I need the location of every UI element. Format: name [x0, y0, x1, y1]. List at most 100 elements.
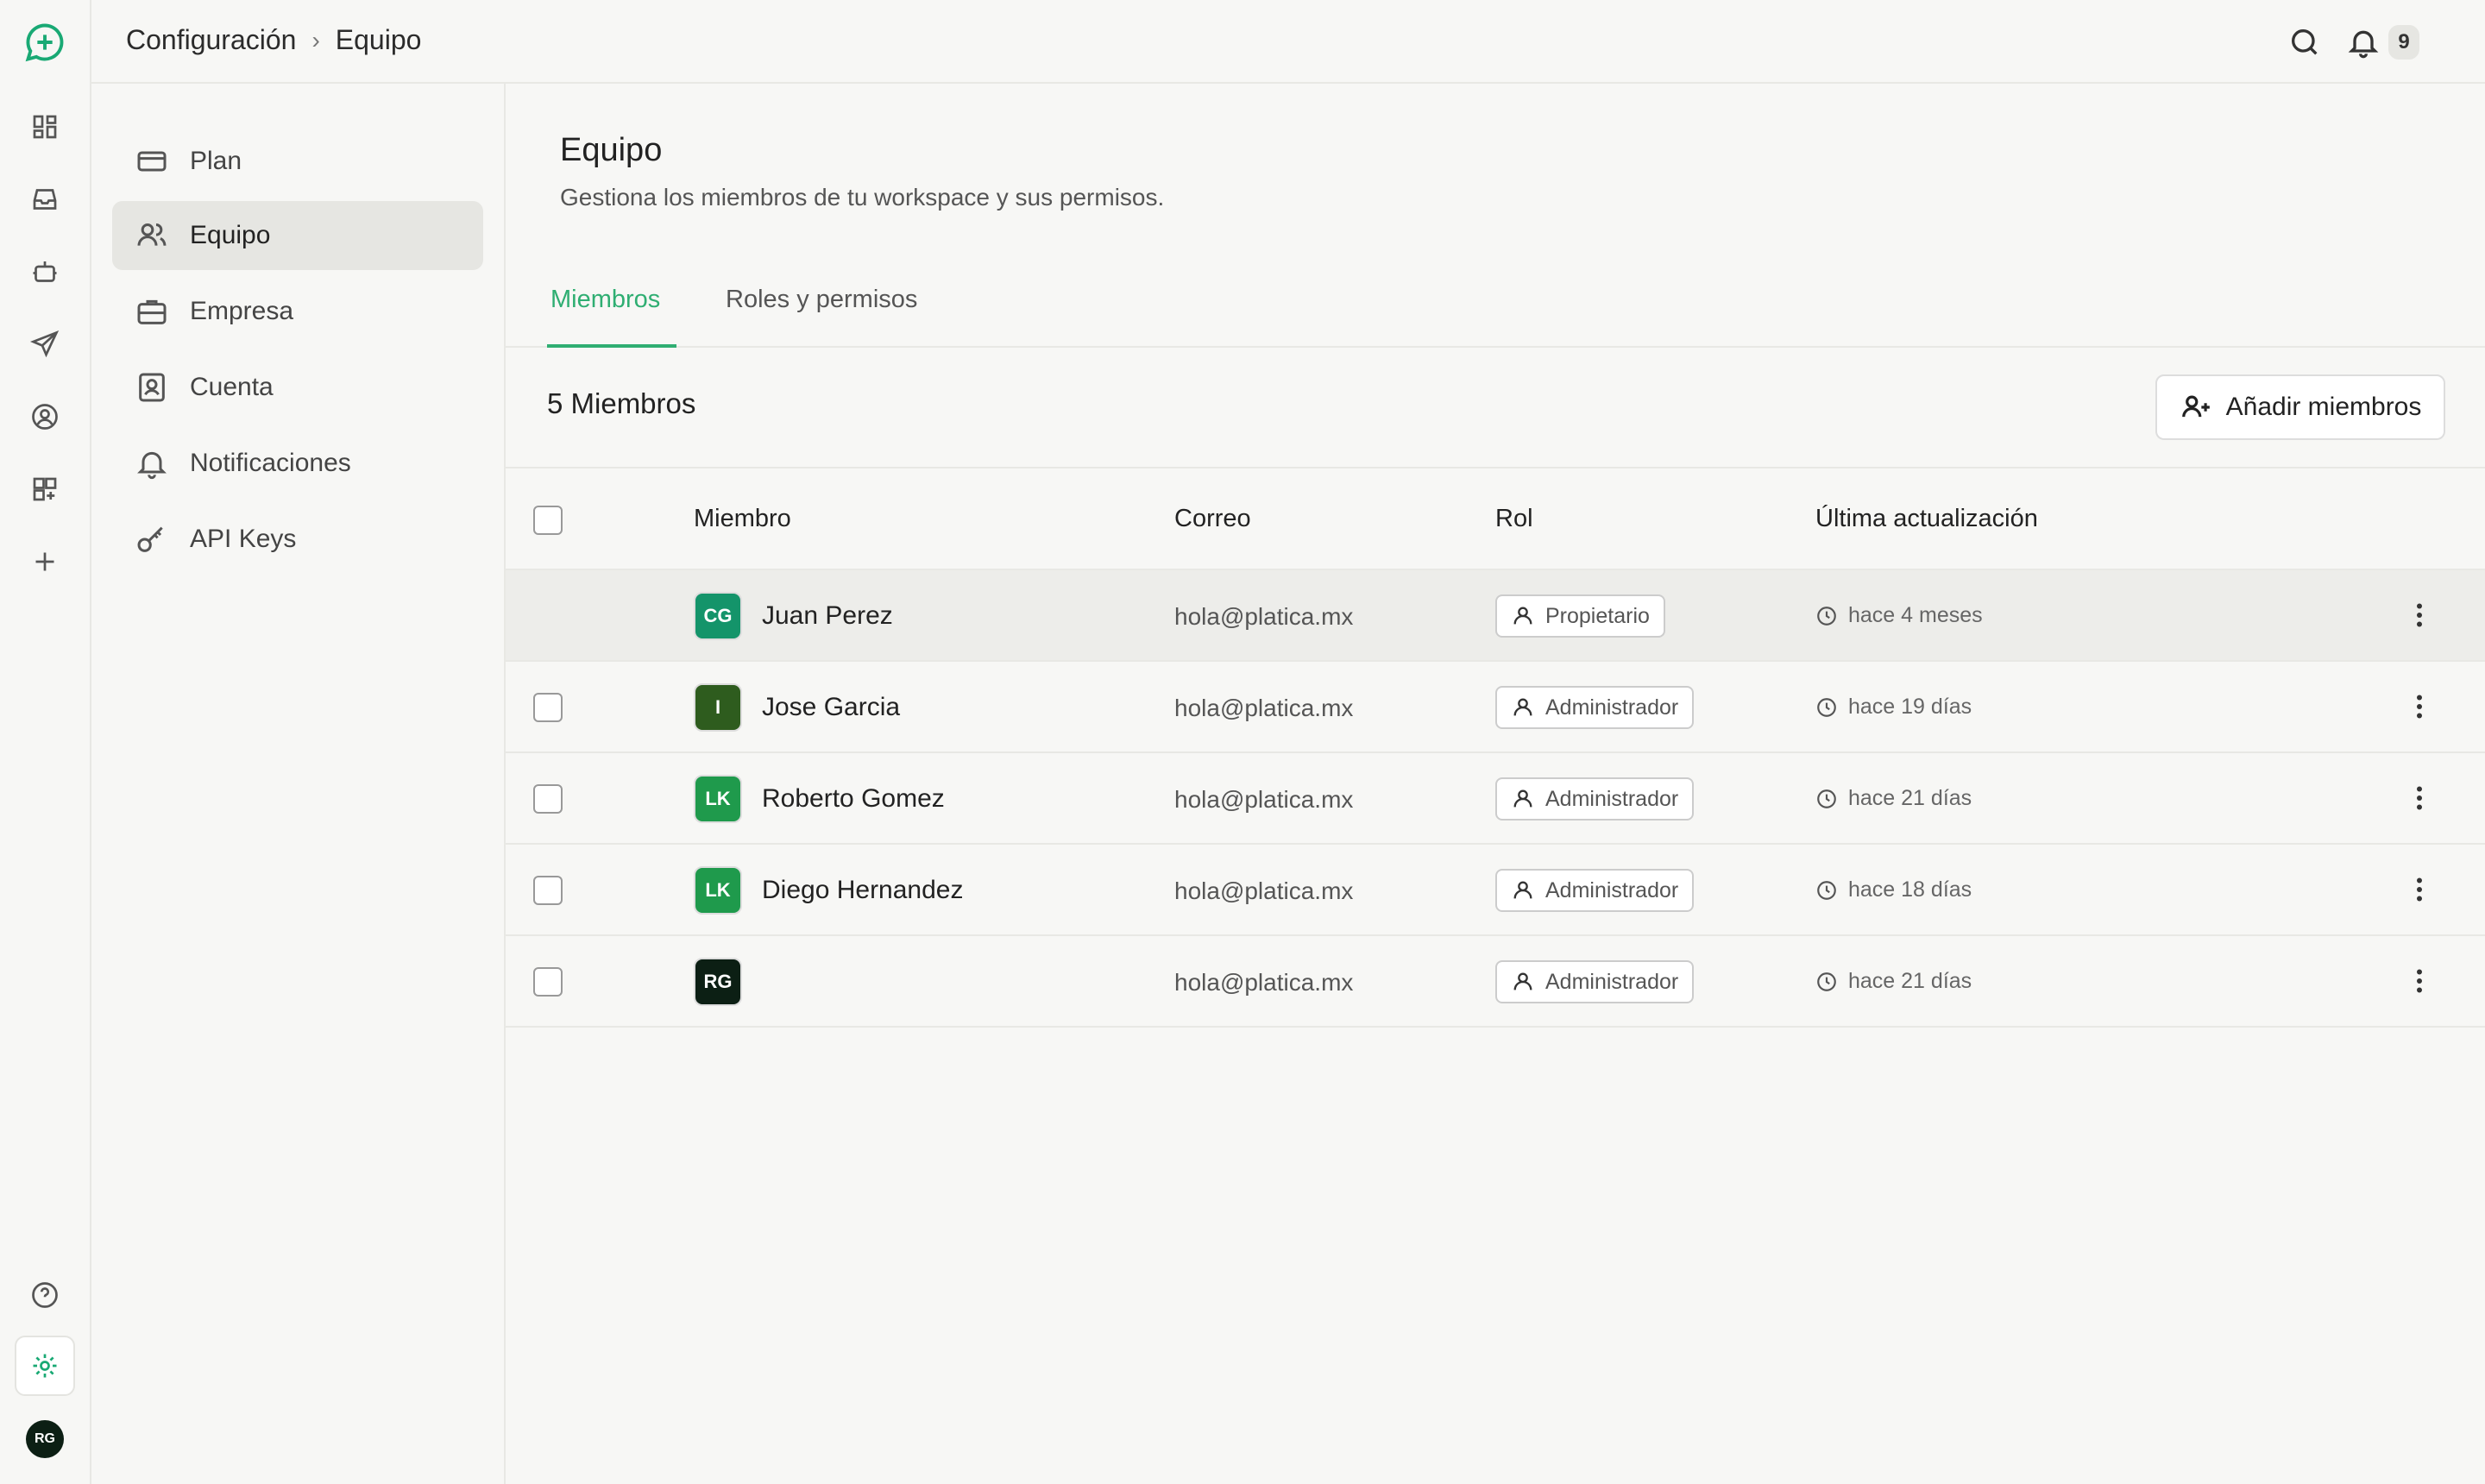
plus-icon[interactable] — [22, 538, 68, 585]
row-checkbox[interactable] — [533, 967, 563, 997]
member-email: hola@platica.mx — [1174, 969, 1354, 996]
more-vertical-icon — [2417, 877, 2422, 902]
tab-roles-permisos[interactable]: Roles y permisos — [726, 286, 917, 348]
breadcrumb: Configuración › Equipo — [126, 24, 421, 56]
member-name: Jose Garcia — [762, 693, 901, 721]
user-avatar[interactable]: RG — [26, 1420, 64, 1458]
add-members-label: Añadir miembros — [2225, 393, 2422, 421]
contact-card-icon — [139, 373, 165, 402]
more-vertical-icon — [2417, 695, 2422, 719]
bot-icon[interactable] — [22, 248, 68, 295]
key-icon — [137, 526, 163, 552]
nav-item-label: Cuenta — [190, 373, 274, 401]
role-label: Administrador — [1545, 877, 1679, 902]
nav-item-cuenta[interactable]: Cuenta — [112, 353, 483, 422]
role-badge: Administrador — [1495, 869, 1695, 912]
member-name: Diego Hernandez — [762, 876, 964, 904]
row-checkbox[interactable] — [533, 876, 563, 905]
table-row[interactable]: LK Roberto Gomez hola@platica.mx Adminis… — [506, 753, 2485, 845]
updated-label: hace 4 meses — [1848, 603, 1983, 627]
member-email: hola@platica.mx — [1174, 695, 1354, 721]
row-more-button[interactable] — [2400, 596, 2438, 634]
nav-item-label: Equipo — [190, 221, 271, 249]
main-content: Equipo Gestiona los miembros de tu works… — [506, 84, 2485, 1484]
topbar-actions: 9 — [2283, 21, 2419, 64]
search-icon — [2292, 29, 2318, 55]
nav-item-label: Plan — [190, 147, 242, 175]
nav-item-label: Notificaciones — [190, 449, 351, 477]
breadcrumb-parent[interactable]: Configuración — [126, 24, 296, 56]
more-vertical-icon — [2417, 786, 2422, 810]
settings-icon[interactable] — [15, 1336, 75, 1396]
user-icon — [1513, 789, 1532, 808]
users-icon — [137, 223, 167, 246]
add-members-button[interactable]: Añadir miembros — [2155, 374, 2445, 440]
role-label: Administrador — [1545, 695, 1679, 720]
user-icon — [1513, 607, 1532, 625]
table-row[interactable]: RG hola@platica.mx Administrador hace 21… — [506, 936, 2485, 1028]
clock-icon — [1817, 880, 1836, 900]
role-badge: Administrador — [1495, 960, 1695, 1003]
nav-item-empresa[interactable]: Empresa — [112, 277, 483, 346]
role-label: Administrador — [1545, 786, 1679, 811]
nav-item-equipo[interactable]: Equipo — [112, 201, 483, 270]
table-row[interactable]: LK Diego Hernandez hola@platica.mx Admin… — [506, 845, 2485, 936]
bell-icon — [137, 451, 167, 480]
row-checkbox[interactable] — [533, 784, 563, 814]
search-button[interactable] — [2283, 21, 2326, 64]
role-label: Administrador — [1545, 969, 1679, 994]
settings-nav: Plan Equipo Empresa Cuenta Notificacione… — [91, 84, 506, 1484]
member-avatar: I — [694, 683, 742, 732]
user-plus-icon — [2181, 395, 2210, 418]
member-name: Roberto Gomez — [762, 784, 945, 813]
more-vertical-icon — [2417, 603, 2422, 627]
updated-label: hace 19 días — [1848, 695, 1972, 719]
select-all-checkbox[interactable] — [533, 506, 563, 535]
dashboard-icon[interactable] — [22, 104, 68, 150]
more-vertical-icon — [2417, 969, 2422, 993]
bell-icon — [2348, 30, 2379, 59]
table-row[interactable]: I Jose Garcia hola@platica.mx Administra… — [506, 662, 2485, 753]
credit-card-icon — [137, 151, 167, 172]
row-more-button[interactable] — [2400, 779, 2438, 817]
clock-icon — [1817, 972, 1836, 991]
role-label: Propietario — [1545, 603, 1650, 628]
send-icon[interactable] — [22, 321, 68, 368]
notifications-button[interactable] — [2342, 21, 2385, 64]
last-updated: hace 4 meses — [1815, 603, 1983, 628]
apps-icon[interactable] — [22, 466, 68, 512]
nav-item-notificaciones[interactable]: Notificaciones — [112, 429, 483, 498]
row-more-button[interactable] — [2400, 871, 2438, 909]
member-email: hola@platica.mx — [1174, 786, 1354, 813]
tabs: Miembros Roles y permisos — [506, 265, 2485, 348]
tab-miembros[interactable]: Miembros — [547, 286, 676, 348]
page-subtitle: Gestiona los miembros de tu workspace y … — [560, 184, 1165, 211]
role-badge: Administrador — [1495, 686, 1695, 729]
row-more-button[interactable] — [2400, 962, 2438, 1000]
table-row[interactable]: CG Juan Perez hola@platica.mx Propietari… — [506, 570, 2485, 662]
member-email: hola@platica.mx — [1174, 603, 1354, 630]
clock-icon — [1817, 789, 1836, 808]
row-more-button[interactable] — [2400, 688, 2438, 726]
clock-icon — [1817, 697, 1836, 717]
chat-logo-icon[interactable] — [22, 19, 68, 66]
updated-label: hace 21 días — [1848, 786, 1972, 810]
member-avatar: LK — [694, 866, 742, 915]
last-updated: hace 18 días — [1815, 877, 1972, 902]
column-header-member: Miembro — [694, 505, 791, 532]
contact-icon[interactable] — [22, 393, 68, 440]
last-updated: hace 21 días — [1815, 786, 1972, 811]
user-icon — [1513, 972, 1532, 990]
inbox-icon[interactable] — [22, 176, 68, 223]
nav-item-plan[interactable]: Plan — [112, 127, 483, 196]
updated-label: hace 18 días — [1848, 877, 1972, 902]
app-rail: RG — [0, 0, 91, 1484]
nav-item-api-keys[interactable]: API Keys — [112, 505, 483, 574]
breadcrumb-separator: › — [311, 26, 320, 53]
help-icon[interactable] — [22, 1272, 68, 1318]
table-header: Miembro Correo Rol Última actualización — [506, 467, 2485, 570]
member-avatar: CG — [694, 592, 742, 640]
page-title: Equipo — [560, 132, 663, 168]
members-table: Miembro Correo Rol Última actualización … — [506, 467, 2485, 1028]
row-checkbox[interactable] — [533, 693, 563, 722]
